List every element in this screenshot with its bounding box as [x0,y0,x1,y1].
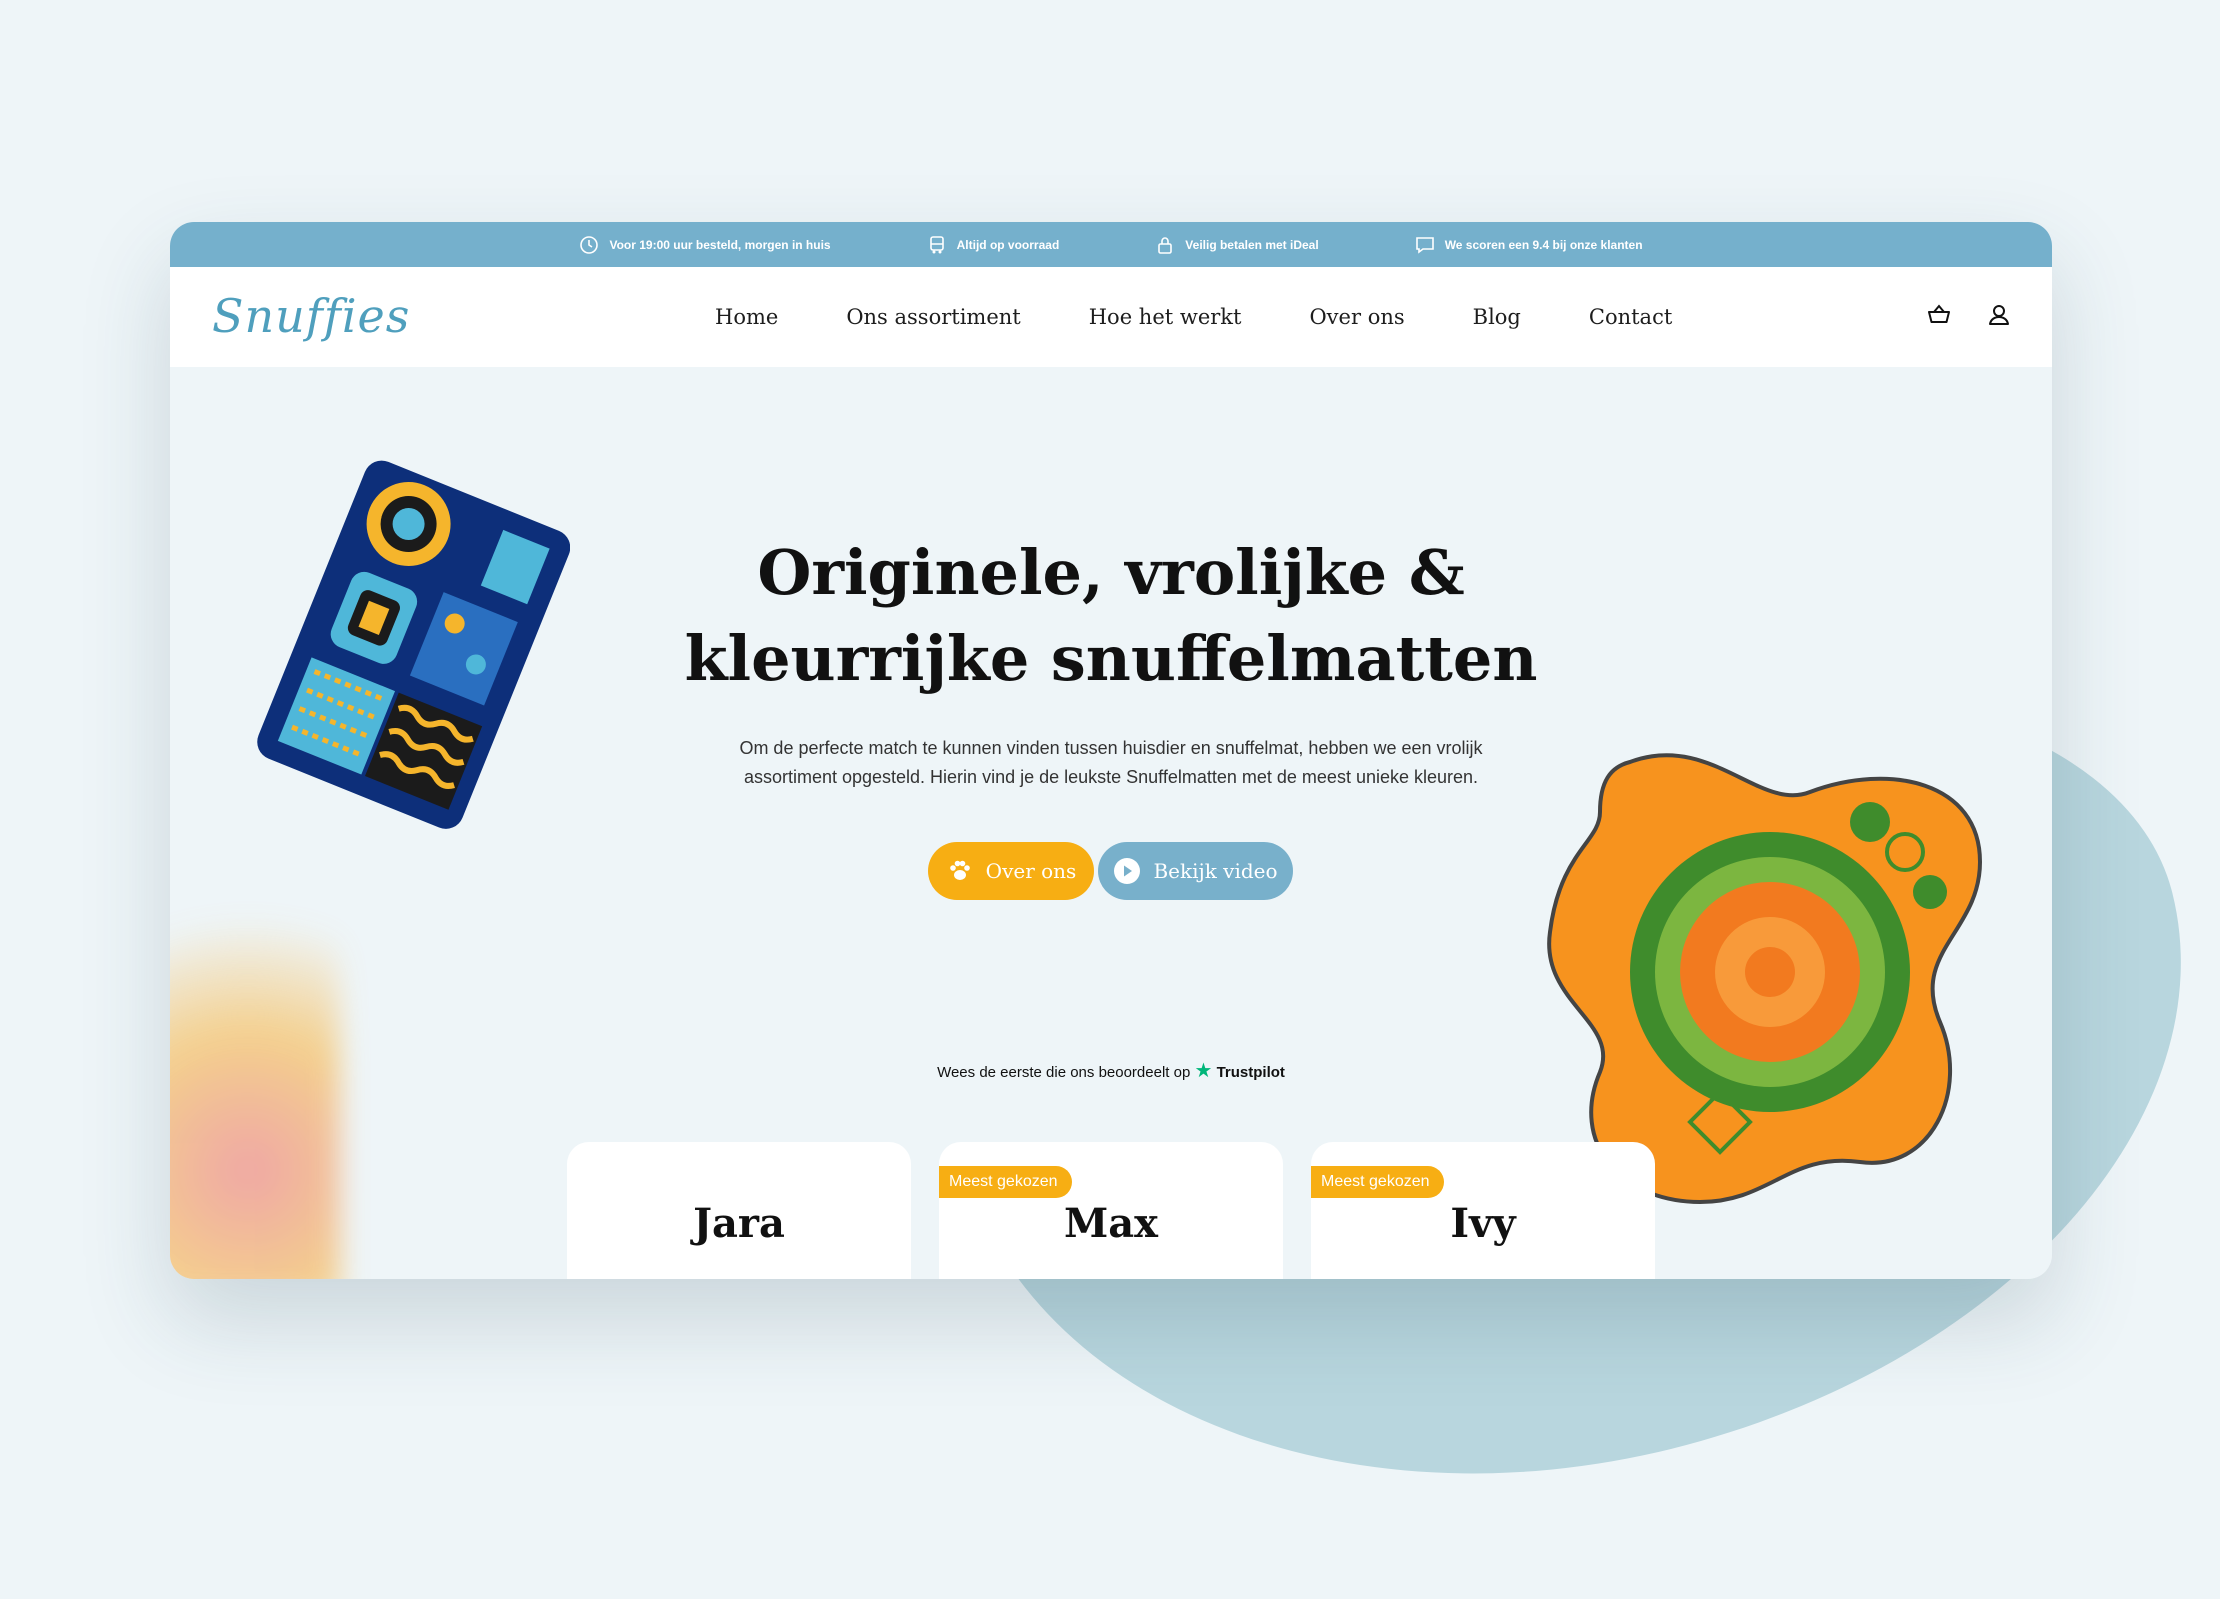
badge-meest-gekozen: Meest gekozen [939,1166,1072,1198]
basket-icon[interactable] [1924,300,1954,330]
trustpilot-brand: Trustpilot [1216,1064,1285,1081]
browser-window: Voor 19:00 uur besteld, morgen in huis A… [170,222,2052,1279]
product-name: Max [1063,1200,1159,1247]
usp-bar: Voor 19:00 uur besteld, morgen in huis A… [170,222,2052,267]
usp-label: We scoren een 9.4 bij onze klanten [1444,237,1643,252]
trustpilot-widget[interactable]: Wees de eerste die ons beoordeelt op ★ T… [170,1058,2052,1083]
hero-title-line-1: Originele, vrolijke & [757,536,1465,609]
usp-label: Voor 19:00 uur besteld, morgen in huis [609,237,831,252]
paw-icon [949,860,970,880]
product-card-max[interactable]: Meest gekozen Max [939,1142,1283,1279]
hero-title: Originele, vrolijke & kleurrijke snuffel… [170,530,2052,702]
usp-label: Altijd op voorraad [956,237,1060,252]
product-name: Jara [693,1200,785,1247]
usp-label: Veilig betalen met iDeal [1185,237,1319,252]
chat-icon [1415,236,1434,254]
lock-icon [1158,236,1173,254]
truck-icon [929,235,944,253]
logo[interactable]: Snuffies [212,289,410,343]
bekijk-video-button[interactable]: Bekijk video [1098,842,1293,900]
nav-item-blog[interactable]: Blog [1473,305,1521,329]
nav-item-over-ons[interactable]: Over ons [1309,305,1404,329]
over-ons-button[interactable]: Over ons [928,842,1094,900]
hero-subtitle: Om de perfecte match te kunnen vinden tu… [739,738,1483,787]
product-name: Ivy [1450,1200,1516,1247]
usp-item-stock: Altijd op voorraad [927,235,1060,255]
badge-meest-gekozen: Meest gekozen [1311,1166,1444,1198]
trustpilot-text: Wees de eerste die ons beoordeelt op [937,1064,1191,1081]
clock-icon [580,235,599,254]
product-card-ivy[interactable]: Meest gekozen Ivy [1311,1142,1655,1279]
header-actions [1924,300,2014,330]
main-nav: Home Ons assortiment Hoe het werkt Over … [715,267,1740,367]
product-card-jara[interactable]: Jara [567,1142,911,1279]
nav-item-assortiment[interactable]: Ons assortiment [846,305,1020,329]
usp-item-delivery: Voor 19:00 uur besteld, morgen in huis [579,235,831,255]
nav-item-hoe-het-werkt[interactable]: Hoe het werkt [1089,305,1242,329]
play-icon [1114,858,1141,884]
bekijk-video-button-label: Bekijk video [1153,859,1278,883]
hero-title-line-2: kleurrijke snuffelmatten [684,622,1538,695]
usp-item-rating: We scoren een 9.4 bij onze klanten [1415,235,1643,255]
over-ons-button-label: Over ons [985,859,1077,883]
main-header: Snuffies Home Ons assortiment Hoe het we… [170,267,2052,367]
trustpilot-star-icon: ★ [1194,1060,1213,1082]
user-icon[interactable] [1984,300,2014,330]
nav-item-home[interactable]: Home [715,305,778,329]
usp-item-payment: Veilig betalen met iDeal [1155,235,1319,255]
nav-item-contact[interactable]: Contact [1589,305,1672,329]
